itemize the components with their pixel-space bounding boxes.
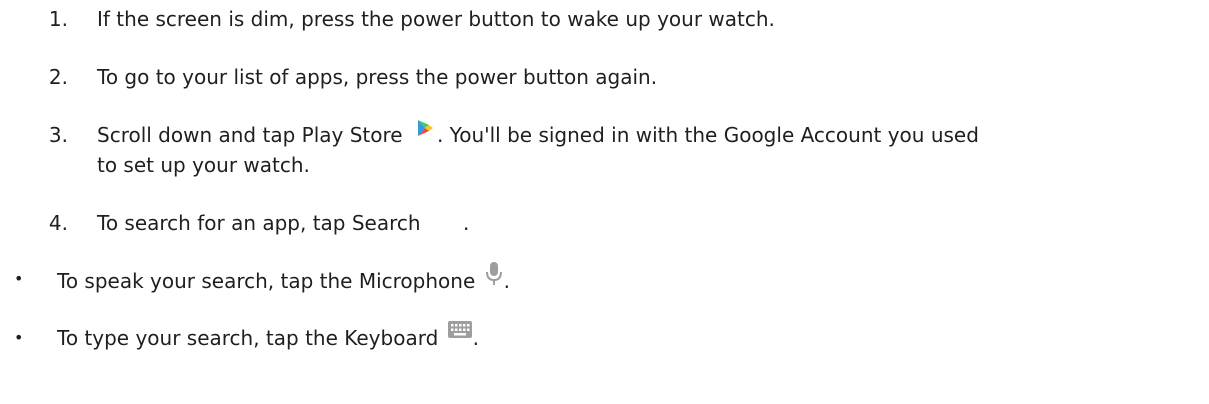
- step-trailing: .: [462, 211, 470, 235]
- bullet-text: To type your search, tap the Keyboard .: [57, 321, 479, 352]
- bullet-marker: •: [14, 328, 24, 347]
- keyboard-icon: [447, 320, 473, 345]
- step-text: If the screen is dim, press the power bu…: [97, 7, 775, 31]
- step-number: 4.: [48, 211, 68, 235]
- step-number: 3.: [48, 123, 68, 147]
- bullet-text-main: To speak your search, tap the Microphone: [57, 269, 476, 293]
- bullet-text-main: To type your search, tap the Keyboard: [57, 326, 439, 350]
- bullet-trailing: .: [472, 326, 479, 350]
- step-text: To search for an app, tap Search .: [97, 211, 469, 235]
- step-number: 1.: [48, 7, 68, 31]
- step-text: To go to your list of apps, press the po…: [97, 65, 658, 89]
- bullet-trailing: .: [503, 269, 510, 293]
- bullet-marker: •: [14, 269, 24, 288]
- microphone-icon: [484, 261, 504, 292]
- play-store-icon: [415, 118, 435, 143]
- step-text-before: Scroll down and tap Play Store: [97, 123, 403, 147]
- step-text: Scroll down and tap Play Store . You'll …: [97, 120, 979, 149]
- step-text-continued: to set up your watch.: [97, 153, 310, 177]
- bullet-text: To speak your search, tap the Microphone…: [57, 262, 510, 298]
- step-text-after: . You'll be signed in with the Google Ac…: [436, 123, 979, 147]
- step-number: 2.: [48, 65, 68, 89]
- step-text-main: To search for an app, tap Search: [97, 211, 421, 235]
